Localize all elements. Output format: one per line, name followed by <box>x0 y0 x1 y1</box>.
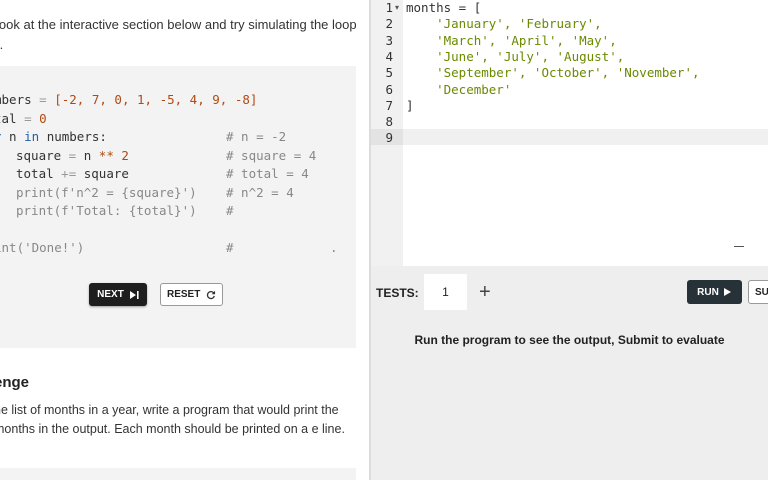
sim-line-total-add: total += square <box>16 165 129 183</box>
sim-line-print-done: int('Done!') <box>0 240 85 255</box>
line-number: 1 <box>385 0 393 15</box>
sim-token: ** <box>98 148 114 163</box>
sim-line-print-total: print(f'Total: {total}') <box>16 203 197 218</box>
sim-token: n <box>1 129 25 144</box>
code-line: 'June', 'July', 'August', <box>406 48 625 64</box>
sim-token: = <box>31 92 55 107</box>
line-number: 6 <box>385 81 393 97</box>
sim-line-square: square = n ** 2 <box>16 147 129 165</box>
sim-line-numbers: mbers = [-2, 7, 0, 1, -5, 4, 9, -8] <box>0 91 257 109</box>
challenge-title: enge <box>0 374 30 391</box>
code-line: 'January', 'February', <box>406 16 602 32</box>
tests-label: TESTS: <box>376 286 419 300</box>
sim-token: += <box>53 166 84 181</box>
sim-token: = <box>16 111 40 126</box>
sim-line-for: r n in numbers: <box>0 128 107 146</box>
lesson-intro-text: look at the interactive section below an… <box>0 17 357 52</box>
code-line: 'September', 'October', 'November', <box>406 65 700 81</box>
run-panel: TESTS: 1 + RUN SU Run the program to see… <box>371 266 768 480</box>
sim-token: [-2, 7, 0, 1, -5, 4, 9, -8] <box>54 92 258 107</box>
code-line: months = [ <box>406 0 482 15</box>
line-number: 3 <box>385 32 393 48</box>
sim-token: numbers: <box>39 129 107 144</box>
next-button[interactable]: NEXT <box>89 283 147 306</box>
refresh-icon <box>207 290 216 299</box>
sim-comment: # n^2 = 4 <box>226 185 294 200</box>
sim-line-total: tal = 0 <box>0 110 47 128</box>
code-line: 'December' <box>406 81 512 97</box>
challenge-text: he list of months in a year, write a pro… <box>0 403 345 436</box>
submit-button[interactable]: SU <box>748 280 768 304</box>
add-test-button[interactable]: + <box>479 280 491 304</box>
sim-token: square <box>16 148 62 163</box>
sim-comment: # n = -2 <box>226 129 287 144</box>
sim-token: tal <box>0 111 17 126</box>
reset-button-label: RESET <box>167 289 201 300</box>
sim-comment: # square = 4 <box>226 148 317 163</box>
run-button-label: RUN <box>697 286 719 298</box>
test-tab[interactable]: 1 <box>424 274 467 310</box>
sim-comment: # <box>226 203 234 218</box>
line-number: 9 <box>385 130 393 146</box>
sim-token: total <box>16 166 54 181</box>
sim-token: 2 <box>113 148 129 163</box>
line-number: 2 <box>385 16 393 32</box>
output-message: Run the program to see the output, Submi… <box>414 333 725 347</box>
sim-token: in <box>24 129 40 144</box>
sim-comment: # total = 4 <box>226 166 309 181</box>
line-number: 5 <box>385 65 393 81</box>
sim-comment: # <box>226 240 234 255</box>
line-number: 8 <box>385 114 393 130</box>
next-button-label: NEXT <box>97 289 124 300</box>
sim-trailing-dot: . <box>330 240 338 255</box>
sim-token: n <box>83 148 99 163</box>
loop-simulator: mbers = [-2, 7, 0, 1, -5, 4, 9, -8] tal … <box>0 66 356 348</box>
skip-next-icon <box>129 290 139 299</box>
minimize-icon[interactable] <box>734 246 744 247</box>
play-icon <box>723 288 731 296</box>
sim-token: = <box>61 148 84 163</box>
next-code-box <box>0 468 356 480</box>
code-line: ] <box>406 97 414 113</box>
sim-token: mbers <box>0 92 32 107</box>
code-line: 'March', 'April', 'May', <box>406 32 617 48</box>
sim-token: square <box>83 166 129 181</box>
active-line-highlight <box>403 129 768 145</box>
code-editor[interactable]: 1 ▾ 2 3 4 5 6 7 8 9 months = [ 'January'… <box>371 0 768 266</box>
fold-arrow-icon[interactable]: ▾ <box>395 3 399 12</box>
line-number: 4 <box>385 48 393 64</box>
sim-token: 0 <box>39 111 47 126</box>
lesson-pane: look at the interactive section below an… <box>0 0 369 480</box>
submit-button-label: SU <box>755 286 768 298</box>
reset-button[interactable]: RESET <box>160 283 223 306</box>
run-button[interactable]: RUN <box>687 280 742 304</box>
line-number: 7 <box>385 97 393 113</box>
sim-line-print-square: print(f'n^2 = {square}') <box>16 185 197 200</box>
test-count: 1 <box>442 285 449 299</box>
